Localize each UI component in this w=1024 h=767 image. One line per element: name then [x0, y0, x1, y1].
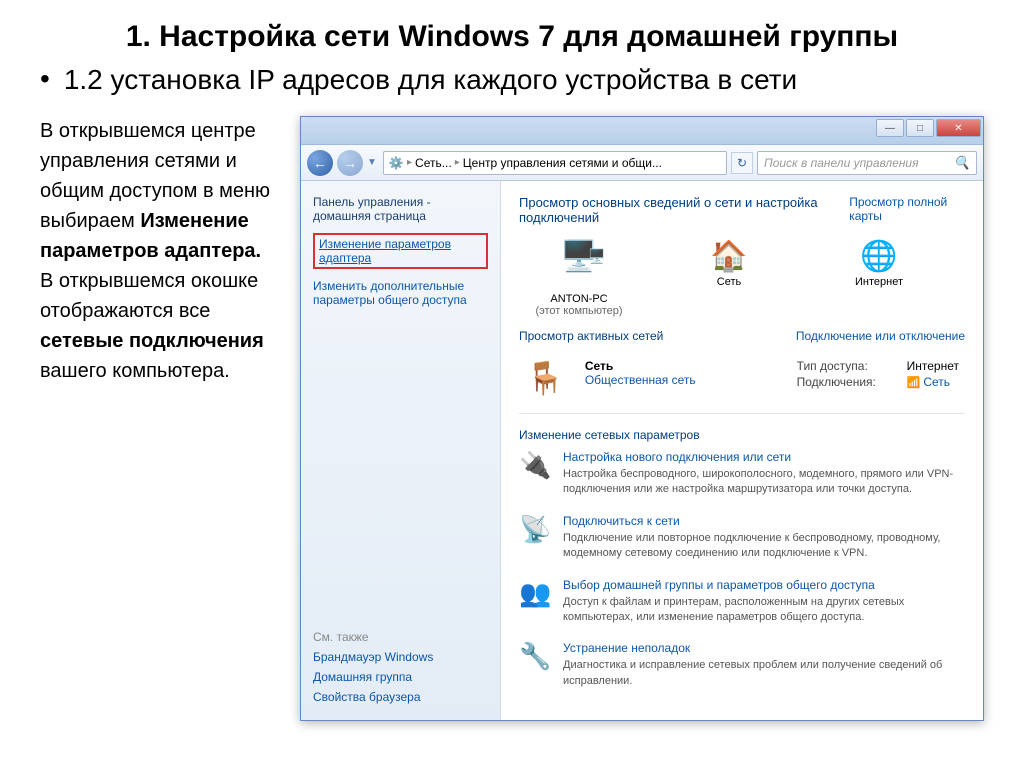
signal-icon: 📶	[907, 377, 921, 389]
slide-title: 1. Настройка сети Windows 7 для домашней…	[40, 20, 984, 54]
search-input[interactable]: Поиск в панели управления 🔍	[757, 151, 977, 175]
slide-subtitle: 1.2 установка IP адресов для каждого уст…	[64, 64, 797, 96]
troubleshoot-item[interactable]: 🔧 Устранение неполадок Диагностика и исп…	[519, 641, 965, 689]
adapter-settings-link[interactable]: Изменение параметров адаптера	[313, 233, 488, 269]
active-networks-label: Просмотр активных сетей	[519, 329, 663, 343]
access-type-label: Тип доступа:	[797, 359, 887, 373]
pc-name: ANTON-PC	[519, 293, 639, 305]
breadcrumb-part1[interactable]: Сеть...	[415, 156, 452, 170]
titlebar: — □ ✕	[301, 117, 983, 145]
search-icon: 🔍	[954, 155, 970, 171]
setting-title: Устранение неполадок	[563, 641, 965, 655]
network-icon: 🏠	[669, 239, 789, 274]
search-placeholder: Поиск в панели управления	[764, 156, 919, 170]
bench-icon: 🪑	[525, 359, 565, 397]
homegroup-item[interactable]: 👥 Выбор домашней группы и параметров общ…	[519, 578, 965, 626]
connections-label: Подключения:	[797, 375, 887, 389]
browser-props-link[interactable]: Свойства браузера	[313, 690, 488, 704]
sidebar-heading: Панель управления - домашняя страница	[313, 195, 488, 223]
control-panel-icon: ⚙️	[388, 155, 404, 171]
firewall-link[interactable]: Брандмауэр Windows	[313, 650, 488, 664]
pc-icon: 🖥️	[519, 239, 639, 274]
minimize-button[interactable]: —	[876, 119, 904, 137]
new-connection-icon: 🔌	[519, 450, 551, 481]
node-internet[interactable]: 🌐 Интернет	[819, 239, 939, 288]
breadcrumb[interactable]: ⚙️ ▸ Сеть... ▸ Центр управления сетями и…	[383, 151, 727, 175]
network-map: 🖥️ 🖥️ ANTON-PC (этот компьютер) 🏠 Сеть 🌐…	[519, 239, 965, 317]
forward-button[interactable]: →	[337, 150, 363, 176]
setting-title: Настройка нового подключения или сети	[563, 450, 965, 464]
access-type-value: Интернет	[907, 359, 959, 373]
network-name: Сеть	[669, 276, 789, 288]
bullet-icon: •	[40, 64, 50, 95]
breadcrumb-sep: ▸	[455, 157, 460, 168]
active-net-name: Сеть	[585, 359, 696, 373]
setup-new-connection-item[interactable]: 🔌 Настройка нового подключения или сети …	[519, 450, 965, 498]
connect-network-item[interactable]: 📡 Подключиться к сети Подключение или по…	[519, 514, 965, 562]
main-heading: Просмотр основных сведений о сети и наст…	[519, 195, 849, 225]
slide-subtitle-row: • 1.2 установка IP адресов для каждого у…	[40, 64, 984, 96]
setting-desc: Доступ к файлам и принтерам, расположенн…	[563, 595, 965, 626]
main-panel: Просмотр основных сведений о сети и наст…	[501, 181, 983, 720]
close-button[interactable]: ✕	[936, 119, 981, 137]
instructions-text: В открывшемся центре управления сетями и…	[40, 116, 300, 721]
breadcrumb-part2[interactable]: Центр управления сетями и общи...	[463, 156, 662, 170]
sharing-settings-link[interactable]: Изменить дополнительные параметры общего…	[313, 279, 488, 307]
window: — □ ✕ ← → ▼ ⚙️ ▸ Сеть... ▸ Центр управле…	[300, 116, 984, 721]
full-map-link[interactable]: Просмотр полной карты	[849, 195, 965, 225]
sidebar: Панель управления - домашняя страница Из…	[301, 181, 501, 720]
nav-bar: ← → ▼ ⚙️ ▸ Сеть... ▸ Центр управления се…	[301, 145, 983, 181]
active-net-type[interactable]: Общественная сеть	[585, 373, 696, 387]
homegroup-icon: 👥	[519, 578, 551, 609]
see-also-label: См. также	[313, 630, 488, 644]
multi-pc-icon: 🖥️	[588, 248, 605, 264]
homegroup-link[interactable]: Домашняя группа	[313, 670, 488, 684]
internet-name: Интернет	[819, 276, 939, 288]
settings-list: 🔌 Настройка нового подключения или сети …	[519, 450, 965, 689]
node-pc[interactable]: 🖥️ 🖥️ ANTON-PC (этот компьютер)	[519, 239, 639, 317]
change-settings-label: Изменение сетевых параметров	[519, 428, 700, 442]
connect-icon: 📡	[519, 514, 551, 545]
maximize-button[interactable]: □	[906, 119, 934, 137]
connect-disconnect-link[interactable]: Подключение или отключение	[796, 329, 965, 343]
setting-desc: Диагностика и исправление сетевых пробле…	[563, 658, 965, 689]
nav-dropdown-icon[interactable]: ▼	[367, 157, 379, 168]
globe-icon: 🌐	[819, 239, 939, 274]
setting-desc: Настройка беспроводного, широкополосного…	[563, 467, 965, 498]
pc-sub: (этот компьютер)	[519, 305, 639, 317]
connections-link[interactable]: 📶Сеть	[907, 375, 950, 389]
active-network-row: 🪑 Сеть Общественная сеть Тип доступа: Ин…	[519, 351, 965, 414]
setting-desc: Подключение или повторное подключение к …	[563, 531, 965, 562]
back-button[interactable]: ←	[307, 150, 333, 176]
sidebar-footer: См. также Брандмауэр Windows Домашняя гр…	[313, 630, 488, 710]
node-network[interactable]: 🏠 Сеть	[669, 239, 789, 288]
breadcrumb-sep: ▸	[407, 157, 412, 168]
setting-title: Выбор домашней группы и параметров общег…	[563, 578, 965, 592]
troubleshoot-icon: 🔧	[519, 641, 551, 672]
setting-title: Подключиться к сети	[563, 514, 965, 528]
refresh-button[interactable]: ↻	[731, 152, 753, 174]
